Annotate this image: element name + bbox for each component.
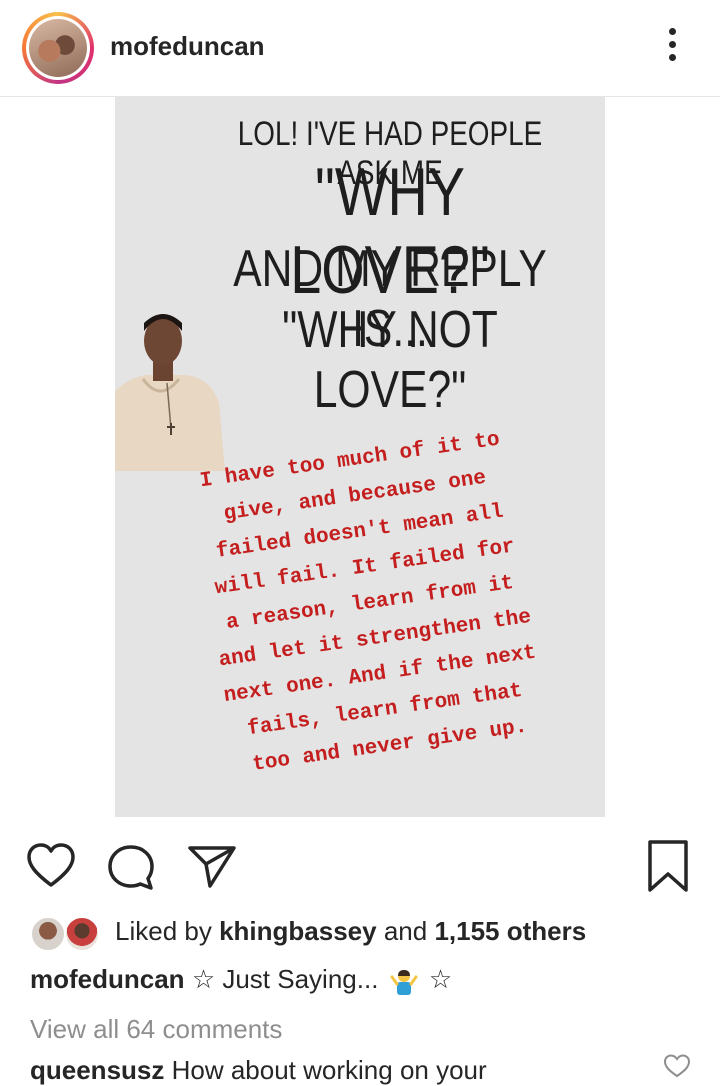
post-header: mofeduncan [0,0,720,97]
comment-text: How about working on your [171,1055,487,1085]
avatar [30,916,66,952]
likes-text: Liked by khingbassey and 1,155 others [115,916,586,947]
comment-icon[interactable] [106,842,156,892]
profile-avatar[interactable] [22,12,94,84]
story-screenshot: LOL! I'VE HAD PEOPLE ASK ME "WHY LOVE?" … [115,97,605,817]
comment-username[interactable]: queensusz [30,1055,164,1085]
view-all-comments-link[interactable]: View all 64 comments [30,1014,282,1045]
more-options-icon[interactable] [660,28,684,68]
handwritten-message: I have too much of it to give, and becau… [149,416,590,793]
caption-text-end: ☆ [428,964,453,994]
likes-row[interactable]: Liked by khingbassey and 1,155 others [30,912,710,952]
avatar-inner [26,16,90,80]
likes-count[interactable]: 1,155 others [434,916,586,946]
liker-username[interactable]: khingbassey [219,916,377,946]
comment-like-heart-icon[interactable] [663,1052,691,1080]
caption-username[interactable]: mofeduncan [30,964,185,994]
heart-icon[interactable] [25,840,77,892]
post-media[interactable]: LOL! I'VE HAD PEOPLE ASK ME "WHY LOVE?" … [0,97,720,822]
post-username[interactable]: mofeduncan [110,31,265,62]
liker-avatars [30,916,100,952]
person-shrugging-emoji-icon [390,970,418,996]
bookmark-icon[interactable] [644,838,692,894]
post-caption: mofeduncan ☆ Just Saying... ☆ [30,964,453,996]
caption-text: ☆ Just Saying... [191,964,379,994]
avatar-image [29,19,87,77]
paper-plane-icon[interactable] [186,840,238,892]
likes-prefix: Liked by [115,916,212,946]
action-bar [0,830,720,900]
likes-middle: and [383,916,428,946]
quote-line-4: "WHY NOT LOVE?" [282,301,498,419]
meme-person-image [115,303,225,471]
comment-preview: queensusz How about working on your [30,1055,487,1086]
avatar [64,916,100,952]
